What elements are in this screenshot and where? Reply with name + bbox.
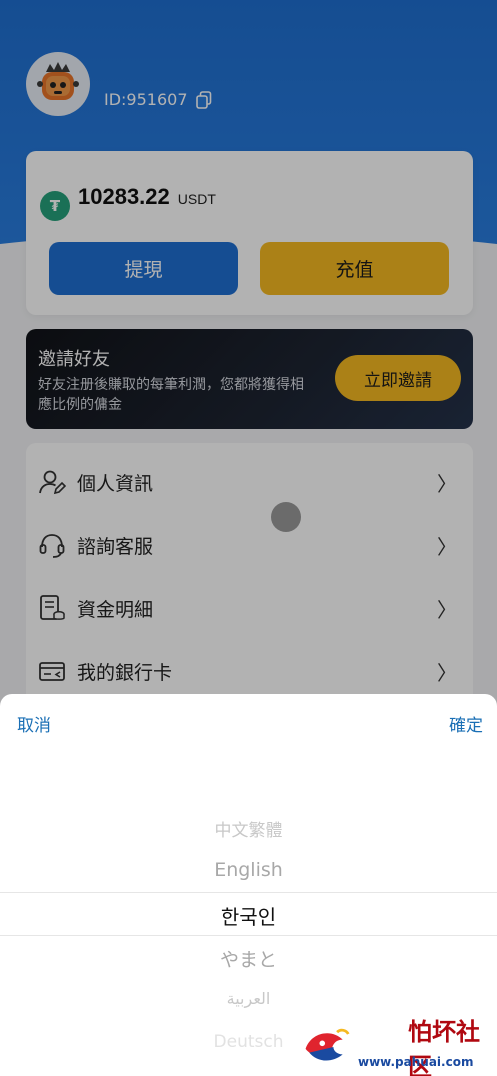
picker-selection-top-line bbox=[0, 892, 497, 893]
fish-logo-icon bbox=[305, 1028, 350, 1061]
picker-option[interactable]: العربية bbox=[0, 989, 497, 1008]
picker-selection-bottom-line bbox=[0, 935, 497, 936]
floating-assist-button[interactable] bbox=[271, 502, 301, 532]
picker-option[interactable]: English bbox=[0, 859, 497, 881]
watermark-url: www.pahuai.com bbox=[358, 1055, 474, 1069]
cancel-button[interactable]: 取消 bbox=[17, 711, 51, 736]
picker-option-selected[interactable]: 한국인 bbox=[0, 901, 497, 930]
picker-option[interactable]: やまと bbox=[0, 945, 497, 972]
confirm-button[interactable]: 確定 bbox=[449, 711, 483, 736]
picker-option[interactable]: 中文繁體 bbox=[0, 816, 497, 841]
